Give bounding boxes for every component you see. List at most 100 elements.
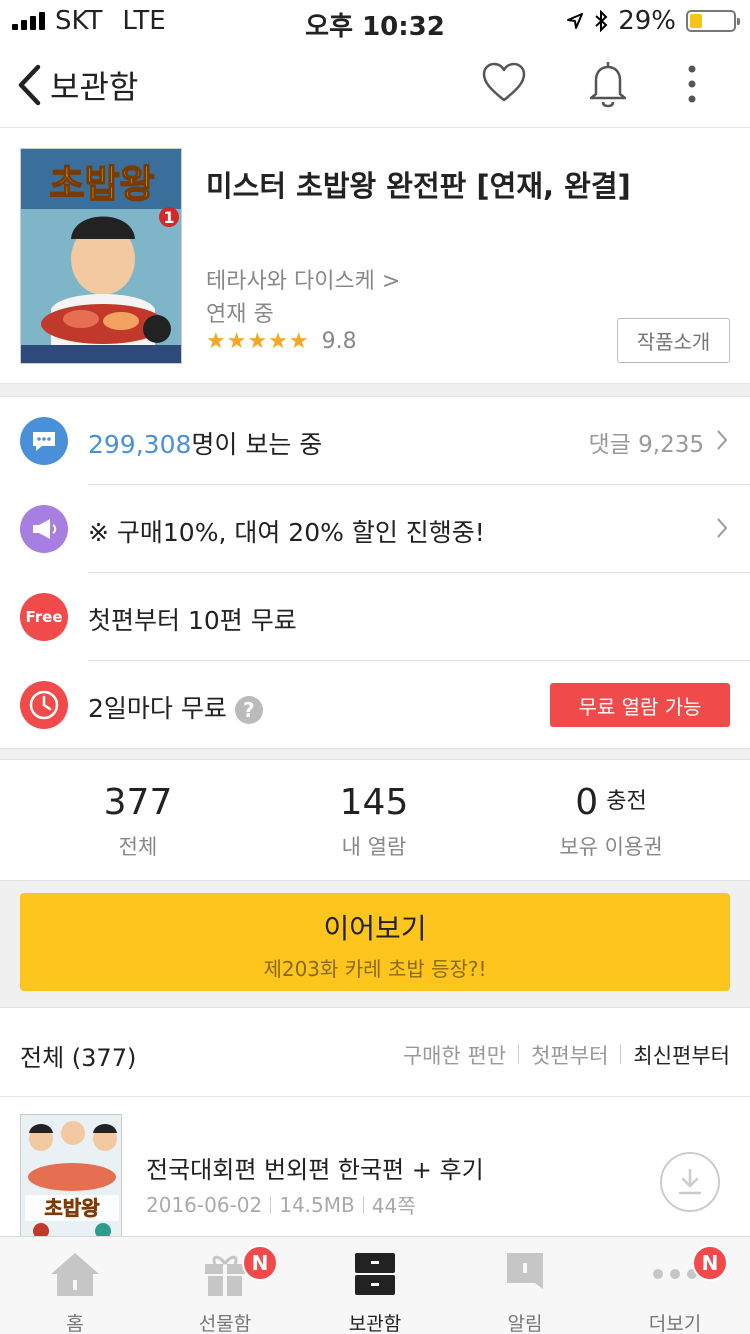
tab-notifications-icon-wrap <box>450 1249 600 1299</box>
cover-volume: 1 <box>163 208 174 227</box>
episode-title: 전국대회편 번외편 한국편 + 후기 <box>146 1156 484 1184</box>
tab-notifications-label: 알림 <box>507 1313 543 1334</box>
tab-home-label: 홈 <box>66 1313 84 1334</box>
sort-divider <box>518 1044 520 1064</box>
nav-bar: 보관함 <box>0 40 750 128</box>
more-icon <box>653 1269 697 1279</box>
continue-reading-button[interactable]: 이어보기 제203화 카레 초밥 등장?! <box>20 893 730 991</box>
tab-bar: 홈 N 선물함 보관함 알림 N 더보기 <box>0 1236 750 1334</box>
sort-options: 구매한 편만 첫편부터 최신편부터 <box>403 1040 730 1070</box>
book-cover-art: 초밥왕 1 <box>21 149 181 363</box>
episode-thumbnail-art: 초밥왕 <box>21 1115 121 1237</box>
status-right: 29% <box>566 6 740 36</box>
section-divider <box>0 748 750 760</box>
tab-gift-label: 선물함 <box>198 1313 252 1334</box>
tab-more[interactable]: N 더보기 <box>600 1245 750 1334</box>
stat-ticket-row: 0 충전 <box>486 782 736 823</box>
tab-home[interactable]: 홈 <box>0 1249 150 1334</box>
sort-divider <box>620 1044 622 1064</box>
meta-divider <box>362 1195 364 1214</box>
location-icon <box>567 13 584 29</box>
episode-pages: 44쪽 <box>371 1194 416 1218</box>
book-title: 미스터 초밥왕 완전판 [연재, 완결] <box>206 169 631 203</box>
book-author-link[interactable]: 테라사와 다이스케 > <box>206 263 400 295</box>
stat-my-num: 145 <box>339 782 409 823</box>
battery-percent: 29% <box>618 6 676 36</box>
free-every-text: 2일마다 무료? <box>88 689 263 725</box>
viewers-suffix: 명이 보는 중 <box>191 430 323 459</box>
stat-tickets[interactable]: 0 충전 보유 이용권 <box>486 782 736 861</box>
tab-archive-icon-wrap <box>300 1249 450 1299</box>
viewers-row[interactable]: 299,308명이 보는 중 댓글 9,235 <box>0 397 750 485</box>
charge-link[interactable]: 충전 <box>606 789 646 814</box>
stat-my-views[interactable]: 145 내 열람 <box>249 782 499 861</box>
section-divider <box>0 383 750 397</box>
free-first-row: Free 첫편부터 10편 무료 <box>0 573 750 661</box>
episode-row[interactable]: 초밥왕 전국대회편 번외편 한국편 + 후기 2016-06-02 14.5MB… <box>0 1098 750 1238</box>
more-badge: N <box>692 1245 728 1281</box>
cover-title: 초밥왕 <box>50 162 155 206</box>
viewers-count: 299,308 <box>88 430 192 459</box>
free-open-button[interactable]: 무료 열람 가능 <box>550 683 730 727</box>
tab-gift[interactable]: N 선물함 <box>150 1245 300 1334</box>
more-vertical-icon[interactable] <box>686 64 698 104</box>
stat-ticket-label: 보유 이용권 <box>559 835 663 859</box>
continue-subtitle: 제203화 카레 초밥 등장?! <box>263 957 487 981</box>
back-button[interactable]: 보관함 <box>16 62 138 108</box>
stat-total-num: 377 <box>103 782 173 823</box>
free-first-text: 첫편부터 10편 무료 <box>88 606 297 635</box>
book-cover[interactable]: 초밥왕 1 <box>20 148 182 364</box>
home-icon <box>51 1253 99 1296</box>
back-label: 보관함 <box>50 68 139 106</box>
tab-home-icon-wrap <box>0 1249 150 1299</box>
sort-first[interactable]: 첫편부터 <box>531 1040 608 1070</box>
viewers-text: 299,308명이 보는 중 <box>88 425 322 461</box>
battery-icon <box>686 10 740 32</box>
archive-icon <box>355 1253 395 1295</box>
continue-title: 이어보기 <box>323 912 427 945</box>
bell-icon[interactable] <box>587 58 629 108</box>
stat-total-label: 전체 <box>118 835 158 859</box>
stats-section: 377 전체 145 내 열람 0 충전 보유 이용권 <box>0 760 750 880</box>
tab-archive[interactable]: 보관함 <box>300 1249 450 1334</box>
promo-row[interactable]: ※ 구매10%, 대여 20% 할인 진행중! <box>0 485 750 573</box>
download-button[interactable] <box>660 1152 720 1212</box>
comments-count[interactable]: 댓글 9,235 <box>589 425 704 459</box>
rating-value: 9.8 <box>321 329 357 354</box>
gift-icon <box>205 1255 245 1296</box>
book-rating: ★★★★★ 9.8 <box>206 329 357 354</box>
download-icon <box>678 1168 702 1195</box>
tab-notifications[interactable]: 알림 <box>450 1249 600 1334</box>
episode-list-title: 전체 (377) <box>20 1044 137 1072</box>
thumb-title: 초밥왕 <box>44 1196 100 1220</box>
chevron-left-icon <box>18 64 41 106</box>
episode-meta: 2016-06-02 14.5MB 44쪽 <box>146 1190 416 1219</box>
star-icons: ★★★★★ <box>206 329 310 354</box>
book-status: 연재 중 <box>206 302 274 327</box>
chat-icon <box>20 417 68 465</box>
tab-gift-icon-wrap: N <box>150 1245 300 1299</box>
meta-divider <box>270 1195 272 1214</box>
episode-date: 2016-06-02 <box>146 1192 263 1217</box>
episode-list-header: 전체 (377) 구매한 편만 첫편부터 최신편부터 <box>0 1007 750 1097</box>
status-bar: SKT LTE 오후 10:32 29% <box>0 0 750 42</box>
episode-size: 14.5MB <box>279 1192 355 1217</box>
sort-purchased[interactable]: 구매한 편만 <box>403 1040 506 1070</box>
free-icon: Free <box>20 593 68 641</box>
episode-thumbnail: 초밥왕 <box>20 1114 122 1238</box>
tab-more-icon-wrap: N <box>600 1245 750 1299</box>
chevron-right-icon <box>717 430 728 450</box>
gift-badge: N <box>242 1245 278 1281</box>
free-every-label: 2일마다 무료 <box>88 694 227 723</box>
sort-latest[interactable]: 최신편부터 <box>633 1040 730 1070</box>
free-every-row: 2일마다 무료? 무료 열람 가능 <box>0 661 750 749</box>
clock-icon <box>20 681 68 729</box>
battery-fill <box>690 14 703 28</box>
work-intro-button[interactable]: 작품소개 <box>617 318 730 363</box>
stat-my-label: 내 열람 <box>341 835 407 859</box>
chevron-right-icon <box>717 518 728 538</box>
heart-icon[interactable] <box>482 62 526 104</box>
stat-ticket-num: 0 <box>575 782 599 823</box>
stat-total[interactable]: 377 전체 <box>13 782 263 861</box>
help-icon[interactable]: ? <box>234 696 263 724</box>
